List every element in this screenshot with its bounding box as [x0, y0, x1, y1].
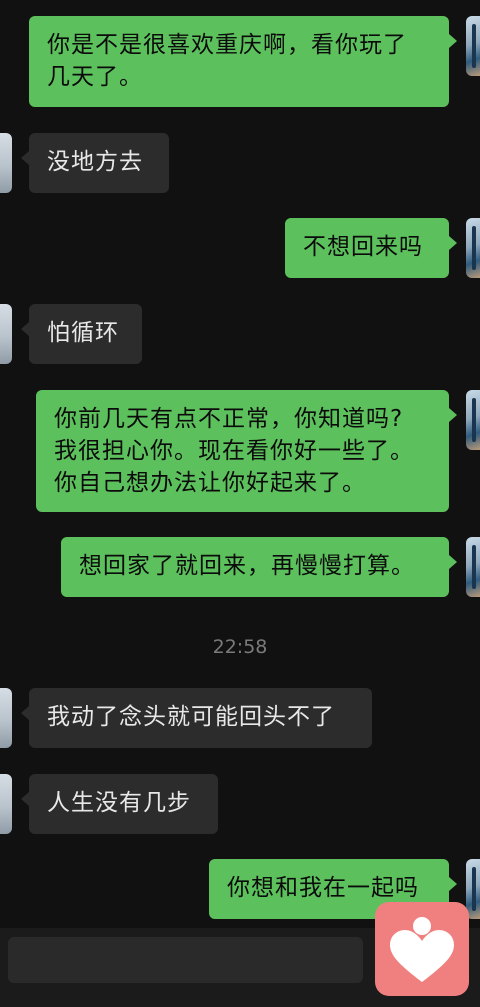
- heart-person-icon[interactable]: [375, 902, 469, 996]
- contact-avatar[interactable]: [0, 688, 12, 748]
- chat-timestamp: 22:58: [212, 636, 268, 658]
- message-text: 怕循环: [47, 320, 119, 346]
- message-bubble-outgoing[interactable]: 你前几天有点不正常，你知道吗? 我很担心你。现在看你好一些了。 你自己想办法让你…: [36, 390, 457, 512]
- message-input[interactable]: [8, 937, 363, 983]
- message-bubble-outgoing[interactable]: 不想回来吗: [285, 218, 457, 278]
- self-avatar[interactable]: [466, 16, 480, 76]
- self-avatar[interactable]: [466, 218, 480, 278]
- message-text-line: 你自己想办法让你好起来了。: [54, 470, 366, 496]
- message-bubble-incoming[interactable]: 怕循环: [21, 304, 142, 364]
- self-avatar[interactable]: [466, 390, 480, 450]
- message-bubble-outgoing[interactable]: 你是不是很喜欢重庆啊，看你玩了 几天了。: [29, 16, 457, 107]
- message-bubble-outgoing[interactable]: 想回家了就回来，再慢慢打算。: [61, 537, 457, 597]
- self-avatar[interactable]: [466, 537, 480, 597]
- contact-avatar[interactable]: [0, 133, 12, 193]
- message-bubble-incoming[interactable]: 我动了念头就可能回头不了: [21, 688, 372, 748]
- message-text: 你想和我在一起吗: [227, 875, 419, 901]
- message-text-line: 我很担心你。现在看你好一些了。: [54, 438, 414, 464]
- contact-avatar[interactable]: [0, 304, 12, 364]
- message-bubble-incoming[interactable]: 没地方去: [21, 133, 169, 193]
- message-text-line: 你前几天有点不正常，你知道吗?: [54, 406, 404, 432]
- message-text: 想回家了就回来，再慢慢打算。: [79, 553, 415, 579]
- message-text: 人生没有几步: [47, 790, 191, 816]
- message-bubble-incoming[interactable]: 人生没有几步: [21, 774, 218, 834]
- message-text-line: 你是不是很喜欢重庆啊，看你玩了: [47, 32, 407, 58]
- message-text-line: 几天了。: [47, 64, 143, 90]
- message-text: 我动了念头就可能回头不了: [47, 704, 335, 730]
- message-text: 不想回来吗: [303, 234, 423, 260]
- message-text: 没地方去: [47, 149, 143, 175]
- contact-avatar[interactable]: [0, 774, 12, 834]
